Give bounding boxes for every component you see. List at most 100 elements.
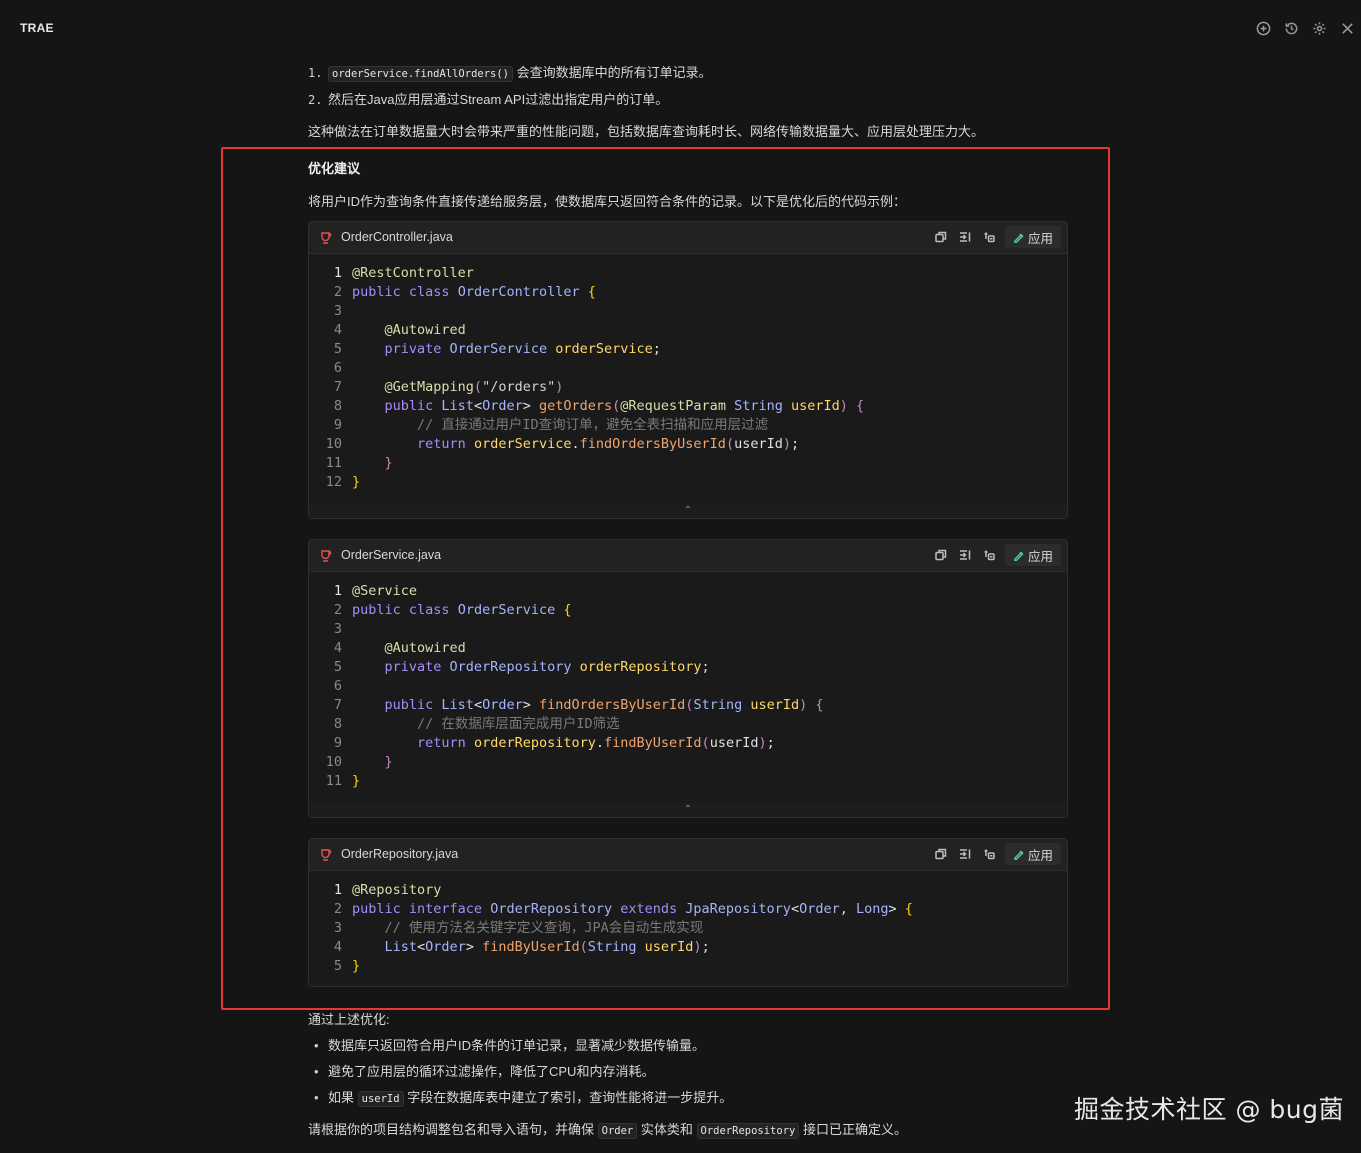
code-line: 10 } <box>309 753 1067 772</box>
code-token: { <box>904 901 913 917</box>
code-line: 7 @GetMapping("/orders") <box>309 378 1067 397</box>
code-token: ( <box>579 939 588 955</box>
line-number: 2 <box>333 602 342 618</box>
code-line: 6 <box>309 359 1067 378</box>
line-number: 5 <box>333 958 342 974</box>
history-icon[interactable] <box>1283 20 1299 36</box>
settings-icon[interactable] <box>1311 20 1327 36</box>
close-icon[interactable] <box>1339 20 1355 36</box>
diff-icon[interactable] <box>981 226 997 248</box>
code-token: String <box>587 939 645 955</box>
bullet-item: • 避免了应用层的循环过滤操作，降低了CPU和内存消耗。 <box>314 1064 655 1079</box>
code-body: 1 @Service 2 public class OrderService {3 4 … <box>309 572 1067 791</box>
insert-icon[interactable] <box>957 843 973 865</box>
bullet-item: • 如果 userId 字段在数据库表中建立了索引，查询性能将进一步提升。 <box>314 1090 733 1107</box>
code-token: Long <box>855 901 889 917</box>
code-token: } <box>352 773 361 789</box>
code-token: @Autowired <box>384 640 466 656</box>
code-token: public <box>352 284 409 300</box>
code-line: 3 <box>309 302 1067 321</box>
code-token: OrderRepository <box>449 659 580 675</box>
code-token: @Repository <box>352 882 442 898</box>
code-token: @Autowired <box>384 322 466 338</box>
apply-icon <box>1013 849 1024 860</box>
java-file-icon <box>319 549 332 562</box>
copy-icon[interactable] <box>933 843 949 865</box>
code-token: ) <box>799 697 816 713</box>
code-token: findOrdersByUserId <box>579 436 726 452</box>
code-block-header: OrderController.java 应用 <box>309 222 1067 254</box>
code-line: 3 <box>309 620 1067 639</box>
code-token: // 直接通过用户ID查询订单，避免全表扫描和应用层过滤 <box>417 417 769 433</box>
copy-icon[interactable] <box>933 226 949 248</box>
copy-icon[interactable] <box>933 544 949 566</box>
optimization-desc: 将用户ID作为查询条件直接传递给服务层，使数据库只返回符合条件的记录。以下是优化… <box>308 194 907 209</box>
code-token: public <box>384 697 442 713</box>
code-token: @Service <box>352 583 418 599</box>
code-token: @RestController <box>352 265 474 281</box>
file-name: OrderService.java <box>341 548 442 562</box>
code-line: 11 } <box>309 454 1067 473</box>
code-token: ; <box>766 735 775 751</box>
code-line: 9 // 直接通过用户ID查询订单，避免全表扫描和应用层过滤 <box>309 416 1067 435</box>
code-token: userId <box>750 697 800 713</box>
code-token: { <box>815 697 824 713</box>
step-2: 2. 然后在Java应用层通过Stream API过滤出指定用户的订单。 <box>308 92 669 107</box>
insert-icon[interactable] <box>957 226 973 248</box>
top-toolbar <box>1255 20 1355 36</box>
code-line: 11} <box>309 772 1067 791</box>
inline-code: OrderRepository <box>696 1123 800 1139</box>
code-line: 5} <box>309 957 1067 976</box>
code-token: orderRepository <box>579 659 702 675</box>
collapse-chevron-icon[interactable]: ⌃ <box>309 803 1067 817</box>
code-token: public <box>352 901 409 917</box>
code-line: 8 public List<Order> getOrders(@RequestP… <box>309 397 1067 416</box>
code-token: Order <box>482 697 523 713</box>
code-token: List <box>384 939 418 955</box>
code-line: 4 @Autowired <box>309 321 1067 340</box>
line-number: 10 <box>325 754 342 770</box>
code-token: ) <box>839 398 857 414</box>
apply-button[interactable]: 应用 <box>1004 226 1061 248</box>
code-token: @GetMapping <box>384 379 474 395</box>
diff-icon[interactable] <box>981 843 997 865</box>
code-token: findOrdersByUserId <box>538 697 686 713</box>
inline-code: Order <box>597 1123 638 1139</box>
apply-label: 应用 <box>1027 230 1053 246</box>
code-token: ( <box>701 735 710 751</box>
line-number: 6 <box>333 678 342 694</box>
line-number: 12 <box>325 474 342 490</box>
code-line: 2 public class OrderController { <box>309 283 1067 302</box>
line-number: 10 <box>325 436 342 452</box>
code-actions: 应用 <box>933 544 1061 566</box>
line-number: 8 <box>333 716 342 732</box>
code-token: > <box>522 398 539 414</box>
code-line: 5 private OrderService orderService; <box>309 340 1067 359</box>
code-token: ; <box>791 436 800 452</box>
code-line: 12} <box>309 473 1067 492</box>
code-token: findByUserId <box>604 735 702 751</box>
code-token: "/orders" <box>482 379 556 395</box>
code-line: 1 @Repository <box>309 881 1067 900</box>
apply-icon <box>1013 232 1024 243</box>
apply-button[interactable]: 应用 <box>1004 843 1061 865</box>
code-token: return <box>417 436 474 452</box>
code-token: OrderController <box>457 284 588 300</box>
diff-icon[interactable] <box>981 544 997 566</box>
collapse-chevron-icon[interactable]: ⌃ <box>309 504 1067 518</box>
code-token: // 使用方法名关键字定义查询，JPA会自动生成实现 <box>384 920 704 936</box>
code-token: Order <box>482 398 523 414</box>
insert-icon[interactable] <box>957 544 973 566</box>
code-token: ) <box>758 735 767 751</box>
apply-button[interactable]: 应用 <box>1004 544 1061 566</box>
code-token: public <box>384 398 442 414</box>
add-chat-icon[interactable] <box>1255 20 1271 36</box>
code-token: OrderRepository <box>490 901 621 917</box>
code-token: userId <box>734 436 783 452</box>
